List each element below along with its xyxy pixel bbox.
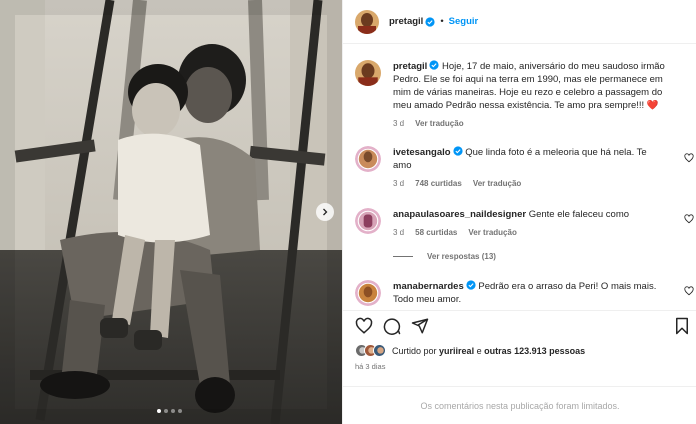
carousel-dots (157, 409, 182, 413)
comment-username[interactable]: anapaulasoares_naildesigner (393, 209, 526, 220)
comment-username[interactable]: manabernardes (393, 281, 464, 292)
replies-divider (393, 256, 413, 257)
avatar-image (355, 208, 381, 234)
view-replies-button[interactable]: Ver respostas (13) (393, 252, 496, 261)
comment-icon[interactable] (383, 317, 401, 335)
commenter-avatar[interactable] (355, 208, 381, 234)
heart-icon[interactable] (684, 286, 694, 296)
avatar-image (355, 9, 379, 34)
post-info-panel: pretagil • Seguir pretagil Hoje, 17 de m… (342, 0, 696, 424)
comment-age: 3 d (393, 228, 405, 237)
separator-dot: • (440, 16, 444, 27)
carousel-dot (178, 409, 182, 413)
likes-count-link[interactable]: outras 123.913 pessoas (484, 346, 585, 356)
author-avatar[interactable] (355, 9, 379, 34)
commenter-avatar[interactable] (355, 146, 381, 172)
comment-translate-link[interactable]: Ver tradução (473, 177, 521, 190)
share-icon[interactable] (411, 317, 429, 335)
comment-likes[interactable]: 58 curtidas (415, 226, 457, 239)
action-bar (343, 310, 696, 340)
likes-connector: e (476, 345, 482, 356)
author-avatar[interactable] (355, 60, 381, 86)
author-username[interactable]: pretagil (389, 16, 423, 27)
caption: pretagil Hoje, 17 de maio, aniversário d… (355, 60, 685, 130)
comment-likes[interactable]: 748 curtidas (415, 177, 462, 190)
vintage-photo-image (0, 0, 342, 424)
caption-username[interactable]: pretagil (393, 61, 427, 72)
liker-avatar (373, 344, 386, 357)
comment-translate-link[interactable]: Ver tradução (468, 226, 516, 239)
likes-user-link[interactable]: yuriireal (439, 346, 474, 356)
comment-age: 3 d (393, 179, 405, 188)
comment-username[interactable]: ivetesangalo (393, 147, 451, 158)
avatar-image (355, 60, 381, 86)
comment-item: anapaulasoares_naildesigner Gente ele fa… (355, 208, 685, 239)
likes-prefix: Curtido por (392, 345, 437, 356)
comments-list[interactable]: pretagil Hoje, 17 de maio, aniversário d… (343, 44, 696, 310)
post-date: há 3 dias (355, 362, 386, 371)
heart-icon[interactable] (684, 153, 694, 163)
heart-icon[interactable] (355, 317, 373, 335)
view-replies-label: Ver respostas (13) (427, 252, 496, 261)
verified-badge-icon (466, 280, 476, 290)
caption-translate-link[interactable]: Ver tradução (415, 117, 463, 130)
comment-item: ivetesangalo Que linda foto é a meleoria… (355, 146, 685, 190)
verified-badge-icon (425, 16, 435, 27)
avatar-image (355, 146, 381, 172)
next-photo-button[interactable] (316, 203, 334, 221)
follow-button[interactable]: Seguir (449, 16, 479, 27)
carousel-dot (171, 409, 175, 413)
likes-summary: Curtido por yuriireal e outras 123.913 p… (355, 344, 585, 357)
comment-item: manabernardes Pedrão era o arraso da Per… (355, 280, 685, 306)
liker-avatars (355, 344, 386, 357)
comment-text: Gente ele faleceu como (528, 209, 630, 220)
carousel-dot (164, 409, 168, 413)
bookmark-icon[interactable] (673, 317, 691, 335)
post-photo[interactable] (0, 0, 342, 424)
carousel-dot (157, 409, 161, 413)
avatar-image (355, 280, 381, 306)
caption-age: 3 d (393, 119, 405, 128)
chevron-right-icon (323, 208, 328, 216)
comments-limited-notice: Os comentários nesta publicação foram li… (343, 386, 696, 424)
commenter-avatar[interactable] (355, 280, 381, 306)
verified-badge-icon (452, 146, 463, 156)
post-header: pretagil • Seguir (343, 0, 696, 44)
verified-badge-icon (429, 60, 439, 70)
heart-icon[interactable] (684, 214, 694, 224)
